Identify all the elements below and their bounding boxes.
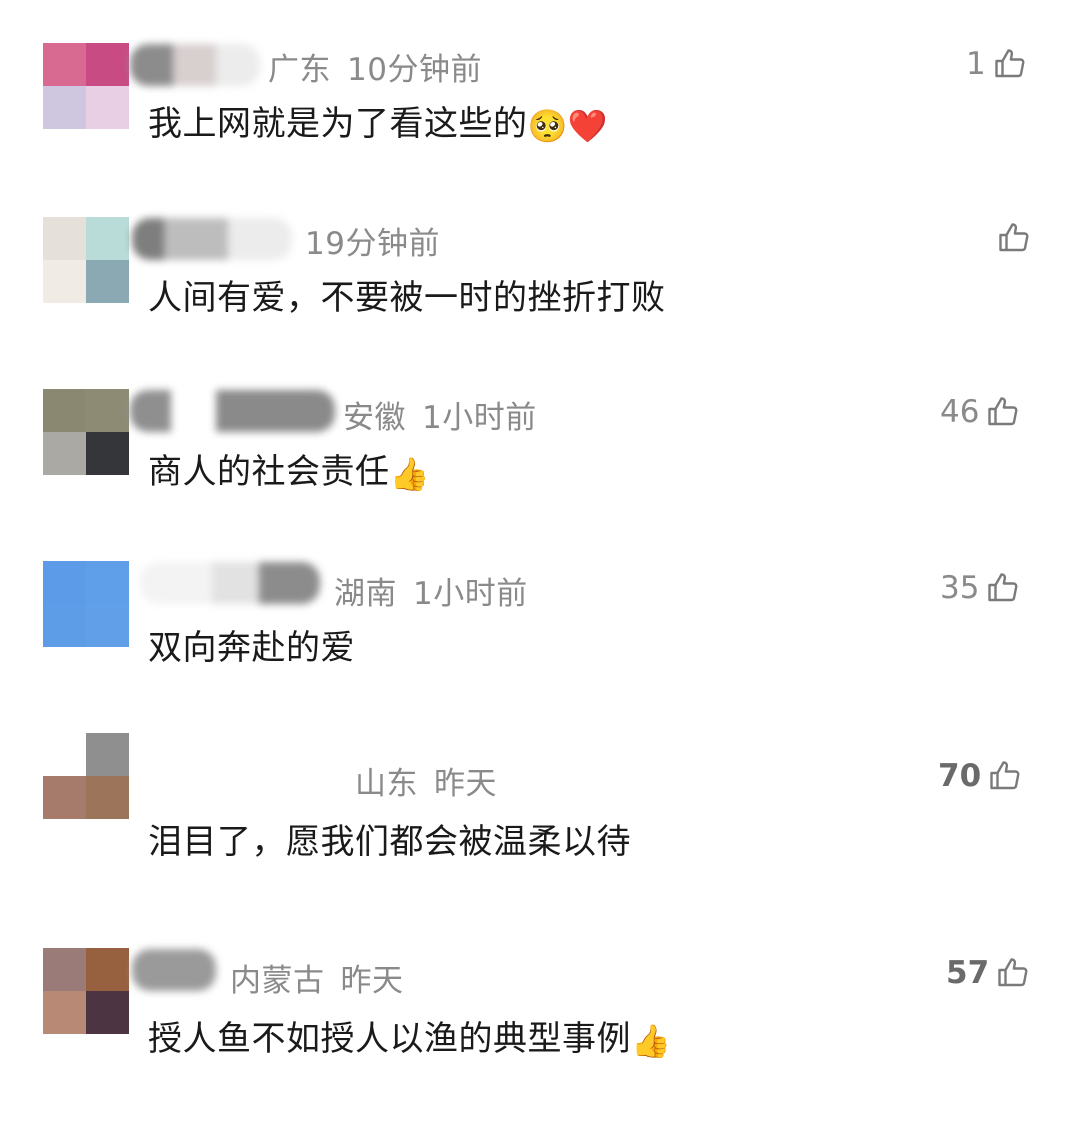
comment-item: 山东 昨天 泪目了，愿我们都会被温柔以待 70 — [0, 690, 1080, 863]
avatar-pixel — [86, 217, 129, 260]
avatar-pixel — [43, 561, 86, 604]
avatar[interactable] — [43, 561, 129, 647]
like-button[interactable]: 57 — [946, 953, 1031, 993]
avatar-pixel — [43, 948, 86, 991]
avatar-pixel — [43, 217, 86, 260]
avatar[interactable] — [43, 733, 129, 819]
avatar-pixel — [86, 733, 129, 776]
avatar[interactable] — [43, 948, 129, 1034]
comment-location: 安徽 — [343, 400, 406, 436]
like-button[interactable] — [990, 218, 1032, 258]
comment-location: 湖南 — [334, 576, 397, 612]
thumbs-up-icon — [990, 761, 1020, 790]
comment-meta: 安徽 1小时前 — [343, 392, 537, 437]
comment-time: 昨天 — [340, 963, 404, 999]
comment-text: 商人的社会责任👍 — [148, 444, 430, 493]
like-button[interactable]: 46 — [940, 392, 1021, 432]
avatar[interactable] — [43, 217, 129, 303]
avatar-pixel — [86, 260, 129, 303]
avatar-pixel — [43, 389, 86, 432]
like-count: 1 — [966, 46, 986, 82]
comment-time: 昨天 — [434, 766, 497, 802]
thumbs-up-icon — [998, 958, 1028, 987]
comment-time: 10分钟前 — [347, 52, 482, 88]
like-button[interactable]: 1 — [966, 44, 1028, 84]
avatar[interactable] — [43, 43, 129, 129]
comment-text: 我上网就是为了看这些的🥺❤️ — [148, 96, 608, 145]
avatar-pixel — [86, 43, 129, 86]
avatar-pixel — [86, 604, 129, 647]
comment-body: 泪目了，愿我们都会被温柔以待 — [148, 822, 631, 862]
thumbs-up-icon — [999, 223, 1029, 252]
username-redacted[interactable] — [140, 562, 320, 604]
comment-text: 人间有爱，不要被一时的挫折打败 — [148, 270, 666, 319]
comment-meta: 湖南 1小时前 — [334, 568, 528, 613]
like-count: 35 — [940, 570, 980, 606]
avatar-pixel — [43, 733, 86, 776]
avatar-pixel — [43, 86, 86, 129]
comment-time: 1小时前 — [413, 576, 528, 612]
username-redacted[interactable] — [132, 949, 216, 991]
avatar-pixel — [43, 260, 86, 303]
comment-text: 泪目了，愿我们都会被温柔以待 — [148, 814, 631, 863]
comment-meta: 山东 昨天 — [355, 758, 497, 803]
avatar-pixel — [86, 432, 129, 475]
avatar-pixel — [86, 776, 129, 819]
comment-item: 湖南 1小时前 双向奔赴的爱 35 — [0, 518, 1080, 688]
avatar[interactable] — [43, 389, 129, 475]
like-count: 57 — [946, 955, 990, 991]
avatar-pixel — [43, 432, 86, 475]
thumbs-up-icon — [988, 397, 1018, 426]
thumbs-up-icon — [995, 49, 1025, 78]
thumbs-up-icon — [988, 573, 1018, 602]
comment-time: 1小时前 — [422, 400, 537, 436]
comment-location: 广东 — [268, 52, 331, 88]
like-count: 70 — [938, 758, 982, 794]
comment-body: 授人鱼不如授人以渔的典型事例 — [148, 1019, 631, 1059]
avatar-pixel — [86, 86, 129, 129]
username-redacted[interactable] — [130, 390, 335, 432]
avatar-pixel — [86, 948, 129, 991]
like-count: 46 — [940, 394, 980, 430]
comment-item: 广东 10分钟前 我上网就是为了看这些的🥺❤️ 1 — [0, 0, 1080, 170]
comment-body: 我上网就是为了看这些的 — [148, 104, 528, 144]
avatar-pixel — [43, 604, 86, 647]
comment-location: 山东 — [355, 766, 418, 802]
avatar-pixel — [86, 389, 129, 432]
comment-time: 19分钟前 — [305, 226, 440, 262]
comment-meta: 19分钟前 — [305, 218, 440, 263]
avatar-pixel — [43, 776, 86, 819]
thumbs-up-emoji-icon: 👍 — [631, 1021, 672, 1060]
avatar-pixel — [43, 991, 86, 1034]
comment-body: 人间有爱，不要被一时的挫折打败 — [148, 278, 666, 318]
comment-meta: 内蒙古 昨天 — [230, 955, 404, 1000]
avatar-pixel — [43, 43, 86, 86]
like-button[interactable]: 70 — [938, 756, 1023, 796]
username-redacted[interactable] — [132, 218, 292, 260]
comment-location: 内蒙古 — [230, 963, 325, 999]
pleading-face-heart-emoji-icon: 🥺❤️ — [527, 106, 609, 145]
avatar-pixel — [86, 991, 129, 1034]
avatar-pixel — [86, 561, 129, 604]
thumbs-up-emoji-icon: 👍 — [389, 454, 430, 493]
comment-item: 安徽 1小时前 商人的社会责任👍 46 — [0, 348, 1080, 518]
comment-meta: 广东 10分钟前 — [268, 44, 482, 89]
comment-text: 授人鱼不如授人以渔的典型事例👍 — [148, 1011, 671, 1060]
comment-item: 内蒙古 昨天 授人鱼不如授人以渔的典型事例👍 57 — [0, 905, 1080, 1075]
username-redacted[interactable] — [130, 44, 260, 86]
like-button[interactable]: 35 — [940, 568, 1021, 608]
comment-body: 双向奔赴的爱 — [148, 628, 355, 668]
comment-text: 双向奔赴的爱 — [148, 620, 355, 669]
comment-item: 19分钟前 人间有爱，不要被一时的挫折打败 — [0, 174, 1080, 344]
comment-body: 商人的社会责任 — [148, 452, 390, 492]
